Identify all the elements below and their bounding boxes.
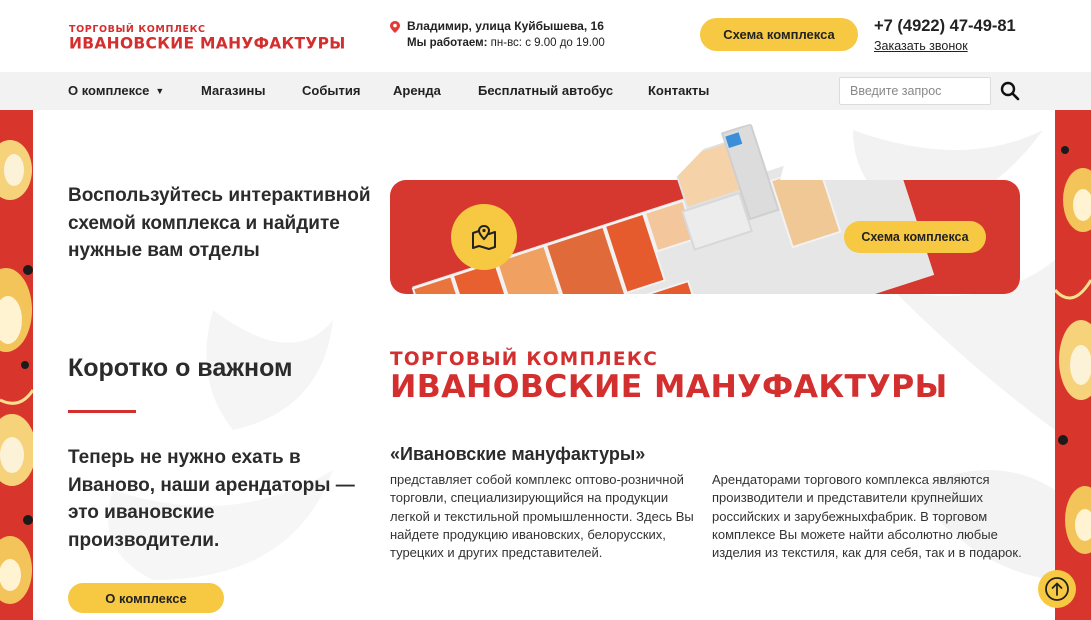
location-pin-icon <box>390 21 400 33</box>
working-hours: Мы работаем: пн-вс: с 9.00 до 19.00 <box>407 37 605 49</box>
site-header: ТОРГОВЫЙ КОМПЛЕКС ИВАНОВСКИЕ МАНУФАКТУРЫ… <box>0 0 1091 72</box>
search-input[interactable] <box>839 77 991 105</box>
header-scheme-button[interactable]: Схема комплекса <box>700 18 858 51</box>
nav-item-about[interactable]: О комплексе ▼ <box>68 83 164 98</box>
triangle-down-icon: ▼ <box>155 86 165 96</box>
logo-bottom-text: ИВАНОВСКИЕ МАНУФАКТУРЫ <box>69 33 346 53</box>
hours-value: пн-вс: с 9.00 до 19.00 <box>487 37 605 49</box>
section-title: Коротко о важном <box>68 354 293 382</box>
nav-item-free-bus[interactable]: Бесплатный автобус <box>478 83 613 98</box>
nav-item-shops[interactable]: Магазины <box>201 83 265 98</box>
lead-text: Теперь не нужно ехать в Иваново, наши ар… <box>68 447 355 551</box>
phone-number[interactable]: +7 (4922) 47-49-81 <box>874 17 1016 36</box>
about-logo-bottom: ИВАНОВСКИЕ МАНУФАКТУРЫ <box>390 369 948 405</box>
ornament-image <box>0 110 33 620</box>
site-logo[interactable]: ТОРГОВЫЙ КОМПЛЕКС ИВАНОВСКИЕ МАНУФАКТУРЫ <box>69 24 351 53</box>
about-column-title: «Ивановские мануфактуры» <box>390 444 646 464</box>
about-column-left: представляет собой комплекс оптово-розни… <box>390 472 694 561</box>
main-nav: О комплексе ▼ Магазины События Аренда Бес… <box>0 72 1091 110</box>
nav-item-rent[interactable]: Аренда <box>393 83 441 98</box>
map-pin-icon <box>472 224 496 250</box>
about-column-right: Арендаторами торгового комплекса являютс… <box>712 472 1022 561</box>
ornament-image <box>1055 110 1091 620</box>
about-button[interactable]: О комплексе <box>68 583 224 613</box>
search-icon[interactable] <box>1000 81 1020 101</box>
title-underline <box>68 410 136 413</box>
promo-text: Воспользуйтесь интерактивной схемой комп… <box>68 185 371 261</box>
nav-item-contacts[interactable]: Контакты <box>648 83 709 98</box>
map-pin-icon-badge[interactable] <box>451 204 517 270</box>
arrow-up-icon <box>1045 577 1069 601</box>
about-logo-top: ТОРГОВЫЙ КОМПЛЕКС <box>390 349 659 370</box>
banner-scheme-button[interactable]: Схема комплекса <box>844 221 986 253</box>
main-content: Воспользуйтесь интерактивной схемой комп… <box>33 110 1055 620</box>
nav-item-label: О комплексе <box>68 83 150 98</box>
callback-link[interactable]: Заказать звонок <box>874 39 968 53</box>
scroll-to-top-button[interactable] <box>1038 570 1076 608</box>
address-text: Владимир, улица Куйбышева, 16 <box>407 19 604 33</box>
left-ornament <box>0 110 33 620</box>
nav-item-events[interactable]: События <box>302 83 360 98</box>
right-ornament <box>1055 110 1091 620</box>
hours-label: Мы работаем: <box>407 37 488 49</box>
about-logo: ТОРГОВЫЙ КОМПЛЕКС ИВАНОВСКИЕ МАНУФАКТУРЫ <box>390 349 1030 405</box>
